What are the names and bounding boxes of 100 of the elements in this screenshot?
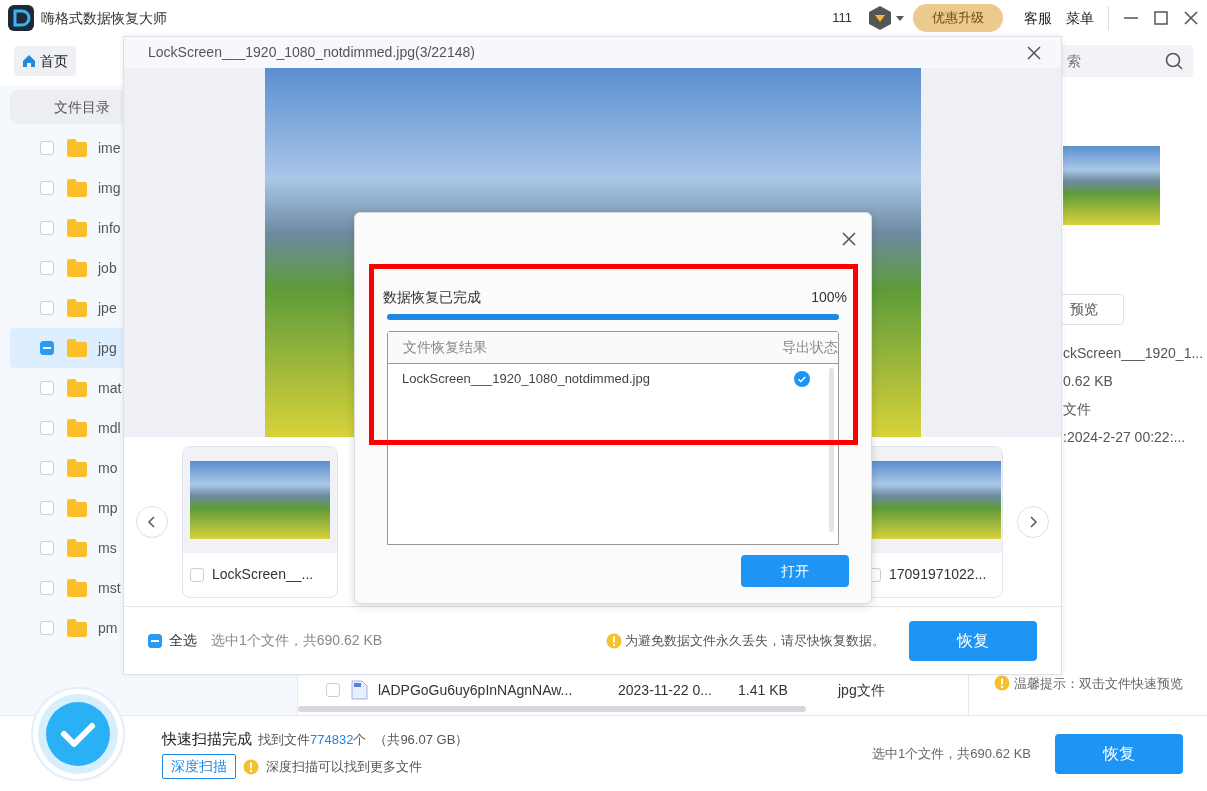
checkbox[interactable]	[40, 581, 54, 595]
file-size: 1.41 KB	[738, 680, 789, 700]
folder-item[interactable]: info	[10, 208, 123, 248]
folder-name: mst	[98, 578, 121, 598]
folder-name: jpe	[98, 298, 117, 318]
checkbox[interactable]	[40, 621, 54, 635]
checkbox[interactable]	[40, 221, 54, 235]
home-icon	[22, 54, 36, 68]
detail-text: 0.62 KB	[1063, 372, 1114, 391]
deep-scan-button[interactable]: 深度扫描	[162, 754, 236, 779]
detail-text: ckScreen___1920_1...	[1063, 344, 1205, 363]
thumbnail-card[interactable]: LockScreen__...	[182, 445, 338, 598]
found-label: 找到文件	[258, 731, 310, 749]
preview-title: LockScreen___1920_1080_notdimmed.jpg(3/22148)	[148, 43, 475, 62]
folder-icon	[66, 538, 88, 558]
folder-item[interactable]: mo	[10, 448, 123, 488]
horizontal-scrollbar[interactable]	[298, 706, 806, 712]
checkbox[interactable]	[40, 301, 54, 315]
checkbox[interactable]	[190, 567, 204, 582]
warning-icon	[243, 758, 259, 775]
app-title: 嗨格式数据恢复大师	[41, 8, 167, 28]
select-all-checkbox[interactable]: 全选	[148, 630, 197, 651]
image-file-icon	[350, 680, 368, 700]
preview-button[interactable]: 预览	[1059, 294, 1124, 325]
detail-text: :2024-2-27 00:22:...	[1063, 428, 1187, 447]
folder-name: mat	[98, 378, 122, 398]
checkbox[interactable]	[40, 421, 54, 435]
upgrade-button[interactable]: 优惠升级	[913, 4, 1003, 32]
close-button[interactable]	[841, 231, 857, 247]
folder-item[interactable]: pm	[10, 608, 123, 648]
close-icon	[841, 231, 857, 247]
chevron-right-icon	[1028, 515, 1038, 528]
close-icon	[1027, 45, 1041, 60]
folder-item[interactable]: jpg	[10, 328, 123, 368]
folder-name: jpg	[98, 338, 117, 358]
folder-item[interactable]: mp	[10, 488, 123, 528]
search-icon[interactable]	[1165, 52, 1183, 70]
folder-name: pm	[98, 618, 118, 638]
tip-text: 温馨提示：双击文件快速预览	[1013, 674, 1183, 693]
folder-name: ime	[98, 138, 121, 158]
checkbox[interactable]	[40, 261, 54, 275]
folder-icon	[66, 498, 88, 518]
folder-icon	[66, 298, 88, 318]
folder-icon	[66, 418, 88, 438]
home-tab[interactable]: 首页	[14, 46, 76, 76]
tip-text: 深度扫描可以找到更多文件	[266, 757, 422, 776]
vertical-scrollbar[interactable]	[829, 368, 834, 532]
folder-name: job	[98, 258, 117, 278]
menu-link[interactable]: 菜单	[1066, 7, 1094, 29]
checkbox[interactable]	[40, 501, 54, 515]
column-header: 文件恢复结果	[403, 338, 487, 357]
selection-summary: 选中1个文件，共690.62 KB	[872, 744, 1031, 763]
checkbox[interactable]	[40, 461, 54, 475]
folder-item[interactable]: mdl	[10, 408, 123, 448]
folder-icon	[66, 138, 88, 158]
warning-icon	[605, 632, 622, 649]
warning-text: 为避免数据文件永久丢失，请尽快恢复数据。	[625, 631, 885, 650]
folder-item[interactable]: img	[10, 168, 123, 208]
folder-item[interactable]: mst	[10, 568, 123, 608]
folder-icon	[66, 258, 88, 278]
app-logo-icon	[8, 5, 34, 31]
folder-item[interactable]: mat	[10, 368, 123, 408]
folder-name: img	[98, 178, 121, 198]
folder-icon	[66, 338, 88, 358]
checkbox[interactable]	[40, 341, 54, 355]
file-type: jpg文件	[838, 680, 886, 700]
checkbox[interactable]	[40, 141, 54, 155]
maximize-icon[interactable]	[1153, 10, 1169, 26]
folder-icon	[66, 618, 88, 638]
column-header: 导出状态	[782, 338, 838, 357]
folder-item[interactable]: ime	[10, 128, 123, 168]
thumbnail-label: LockScreen__...	[212, 565, 314, 584]
close-icon[interactable]	[1183, 10, 1199, 26]
folder-icon	[66, 218, 88, 238]
checkbox[interactable]	[326, 683, 340, 697]
found-unit: 个	[353, 731, 367, 749]
folder-icon	[66, 378, 88, 398]
found-count: 774832	[310, 731, 354, 749]
close-button[interactable]	[1027, 45, 1041, 60]
folder-name: mdl	[98, 418, 121, 438]
detail-text: 文件	[1063, 400, 1092, 419]
next-button[interactable]	[1017, 505, 1049, 538]
progress-percent: 100%	[811, 288, 847, 307]
gem-badge-icon[interactable]	[866, 4, 906, 32]
folder-item[interactable]: ms	[10, 528, 123, 568]
folder-name: mp	[98, 498, 118, 518]
checkbox[interactable]	[40, 181, 54, 195]
count-label: 111	[832, 9, 852, 28]
scan-status-title: 快速扫描完成	[162, 729, 252, 749]
checkbox[interactable]	[40, 541, 54, 555]
folder-icon	[66, 578, 88, 598]
folder-item[interactable]: job	[10, 248, 123, 288]
menu-link[interactable]: 客服	[1024, 7, 1052, 29]
checkbox[interactable]	[40, 381, 54, 395]
result-file-name: LockScreen___1920_1080_notdimmed.jpg	[402, 370, 650, 389]
folder-name: mo	[98, 458, 118, 478]
selection-summary: 选中1个文件，共690.62 KB	[211, 631, 383, 650]
folder-item[interactable]: jpe	[10, 288, 123, 328]
total-size: （共96.07 GB）	[374, 731, 469, 749]
previous-button[interactable]	[136, 505, 168, 538]
